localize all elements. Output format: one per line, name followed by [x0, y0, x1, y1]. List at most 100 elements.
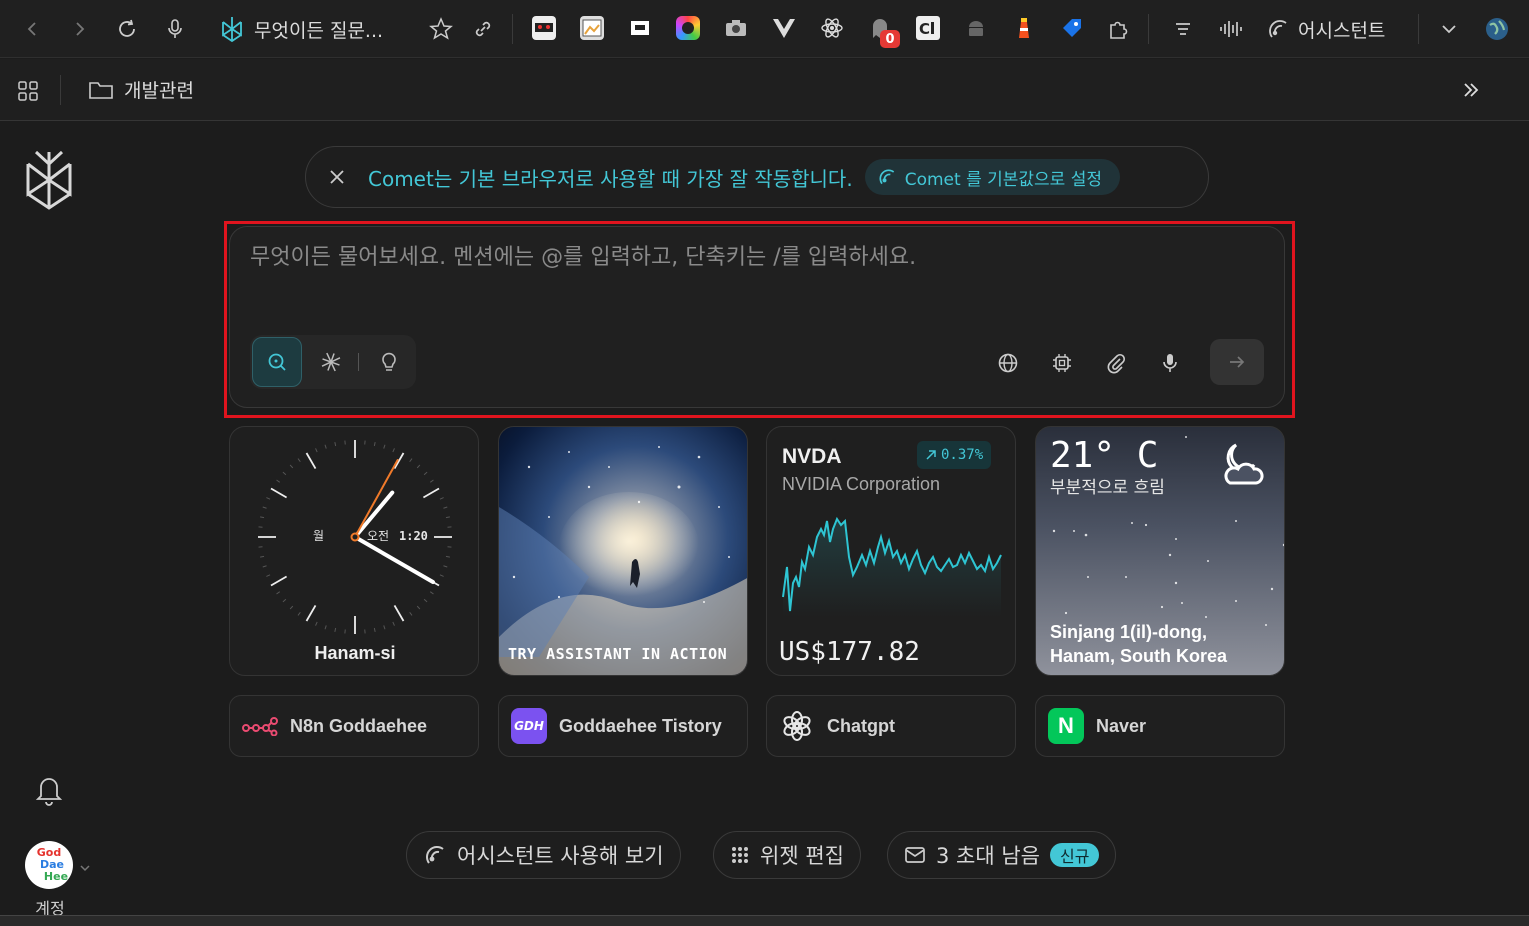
clock-widget[interactable]: 월 오전 1:20 Hanam-si	[229, 426, 479, 676]
voice-wave-icon[interactable]	[1214, 12, 1248, 46]
link-icon[interactable]	[466, 12, 500, 46]
clock-center	[350, 532, 360, 542]
gdh-icon: GDH	[511, 708, 547, 744]
invites-button[interactable]: 3 초대 남음 신규	[887, 831, 1117, 879]
research-icon	[321, 352, 341, 372]
clock-minute-tick	[429, 591, 434, 595]
clock-minute-tick	[276, 591, 281, 595]
clock-minute-tick	[409, 611, 413, 616]
bookmark-folder-dev[interactable]: 개발관련	[88, 76, 194, 103]
clock-minute-hand	[353, 535, 435, 584]
forward-icon[interactable]	[62, 12, 96, 46]
edit-widgets-button[interactable]: 위젯 편집	[713, 831, 861, 879]
voice-input-button[interactable]	[1150, 343, 1190, 383]
profile-globe-icon[interactable]	[1480, 12, 1514, 46]
account-avatar[interactable]: God Dae Hee	[25, 841, 73, 889]
clock-minute-tick	[445, 516, 450, 519]
labs-mode-button[interactable]	[364, 337, 414, 387]
search-mode-button[interactable]	[252, 337, 302, 387]
web-source-button[interactable]	[988, 343, 1028, 383]
extension-lighthouse-icon[interactable]	[1012, 16, 1036, 40]
assistant-promo-widget[interactable]: TRY ASSISTANT IN ACTION	[498, 426, 748, 676]
extensions-puzzle-icon[interactable]	[1102, 12, 1136, 46]
shortcut-n8n[interactable]: N8n Goddaehee	[229, 695, 479, 757]
assistant-button[interactable]: 어시스턴트	[1266, 12, 1385, 46]
clock-minute-tick	[282, 471, 287, 476]
clock-minute-tick	[260, 555, 265, 558]
clock-minute-tick	[416, 464, 421, 469]
clock-minute-tick	[324, 625, 327, 630]
chip-icon	[1053, 354, 1071, 372]
invites-label: 3 초대 남음	[936, 844, 1040, 868]
shortcut-goddaehee-tistory[interactable]: GDH Goddaehee Tistory	[498, 695, 748, 757]
extension-react-icon[interactable]	[820, 16, 844, 40]
reading-list-icon[interactable]	[1166, 12, 1200, 46]
set-default-label: Comet 를 기본값으로 설정	[904, 169, 1102, 190]
extension-tag-icon[interactable]	[1060, 16, 1084, 40]
apps-grid-icon[interactable]	[16, 79, 40, 107]
clock-minute-tick	[383, 625, 386, 630]
shortcut-label: Goddaehee Tistory	[559, 715, 722, 736]
microphone-icon[interactable]	[158, 12, 192, 46]
more-bookmarks-icon[interactable]	[1460, 79, 1482, 105]
model-select-button[interactable]	[1042, 343, 1082, 383]
perplexity-logo-icon[interactable]	[22, 150, 76, 210]
chevron-down-icon[interactable]	[1432, 12, 1466, 46]
top-toolbar: 무엇이든 질문... 0 C 어시스턴트	[0, 0, 1529, 58]
stock-symbol: NVDA	[782, 445, 842, 468]
back-icon[interactable]	[16, 12, 50, 46]
bookmark-star-icon[interactable]	[424, 12, 458, 46]
clock-minute-tick	[276, 479, 281, 483]
reload-icon[interactable]	[110, 12, 144, 46]
clock-minute-tick	[373, 442, 376, 447]
extension-notion-icon[interactable]	[628, 16, 652, 40]
clock-hour-tick	[305, 452, 317, 470]
clock-second-hand	[354, 459, 399, 538]
arrow-right-icon	[1230, 356, 1245, 368]
globe-icon	[998, 353, 1018, 373]
shortcut-naver[interactable]: N Naver	[1035, 695, 1285, 757]
set-default-button[interactable]: Comet 를 기본값으로 설정	[864, 159, 1120, 195]
active-tab[interactable]: 무엇이든 질문...	[218, 12, 383, 46]
account-chevron-icon[interactable]	[79, 858, 91, 877]
extension-ci-icon[interactable]: C	[916, 16, 940, 40]
shortcut-label: N8n Goddaehee	[290, 715, 428, 736]
weather-widget[interactable]: 21° C 부분적으로 흐림 Sinjang 1(il)-dong, Hanam…	[1035, 426, 1285, 676]
space-illustration	[499, 446, 747, 675]
banner-close-icon[interactable]	[306, 147, 368, 207]
search-input[interactable]	[250, 245, 1260, 270]
research-mode-button[interactable]	[306, 337, 356, 387]
stock-widget[interactable]: NVDA NVIDIA Corporation 0.37% US$177.82	[766, 426, 1016, 676]
extension-camera-icon[interactable]	[724, 16, 748, 40]
page-scrollbar[interactable]	[1520, 122, 1529, 914]
attach-button[interactable]	[1096, 343, 1136, 383]
shortcut-label: Chatgpt	[827, 715, 895, 736]
submit-button[interactable]	[1210, 339, 1264, 385]
extension-screenshot-icon[interactable]	[580, 16, 604, 40]
tab-title: 무엇이든 질문...	[254, 19, 384, 42]
extension-mask-icon[interactable]	[532, 16, 556, 40]
notification-bell-icon[interactable]	[33, 772, 65, 810]
extension-vue-icon[interactable]	[772, 16, 796, 40]
analog-clock: 월 오전 1:20	[258, 440, 452, 634]
new-badge: 신규	[1050, 843, 1100, 867]
clock-weekday: 월	[313, 529, 324, 543]
extension-colorpicker-icon[interactable]	[676, 16, 700, 40]
clock-minute-tick	[266, 574, 271, 577]
microphone-icon	[1163, 354, 1177, 372]
clock-minute-tick	[373, 627, 376, 632]
clock-minute-tick	[334, 442, 337, 447]
clock-minute-tick	[260, 516, 265, 519]
shortcut-chatgpt[interactable]: Chatgpt	[766, 695, 1016, 757]
try-assistant-button[interactable]: 어시스턴트 사용해 보기	[406, 831, 681, 879]
shortcut-label: Naver	[1096, 715, 1147, 736]
bookmark-folder-label: 개발관련	[124, 80, 194, 102]
stock-company-name: NVIDIA Corporation	[782, 474, 941, 494]
stock-change-value: 0.37%	[941, 447, 984, 463]
toolbar-divider	[512, 14, 513, 44]
weather-location: Sinjang 1(il)-dong, Hanam, South Korea	[1050, 622, 1228, 666]
clock-minute-tick	[416, 605, 421, 610]
clock-minute-tick	[315, 621, 318, 626]
extension-android-icon[interactable]	[964, 16, 988, 40]
stock-change-badge: 0.37%	[917, 441, 992, 469]
